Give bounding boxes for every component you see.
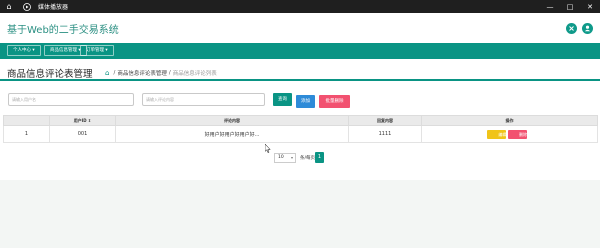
title-divider [0, 79, 600, 81]
window-titlebar: ⌂ 媒体播放器 — □ ✕ [0, 0, 600, 13]
home-icon[interactable]: ⌂ [0, 0, 18, 13]
page-size-value: 10 [278, 155, 284, 160]
minimize-button[interactable]: — [540, 0, 560, 13]
breadcrumb: ⌂ / 商品信息评论表管理 / 商品信息评论列表 [105, 69, 217, 77]
row-index[interactable]: 1 [3, 125, 50, 143]
batch-delete-button[interactable]: 批量删除 [319, 95, 350, 108]
comments-table: 用户ID ⇕ 评论内容 回复内容 操作 1 001 好用户好用户好用户好... … [3, 115, 598, 143]
expand-icon[interactable] [566, 23, 577, 34]
user-icon[interactable] [582, 23, 593, 34]
play-icon[interactable] [18, 0, 36, 13]
window-title: 媒体播放器 [38, 4, 69, 11]
nav-personal-center[interactable]: 个人中心 ▾ [7, 45, 41, 56]
site-header: 基于Web的二手交易系统 [0, 13, 600, 43]
content-search-input[interactable] [142, 93, 265, 106]
cell-actions: 编辑 删除 [421, 125, 598, 143]
add-button[interactable]: 添加 [296, 95, 315, 108]
per-page-label: 条/每页 [300, 156, 316, 161]
close-button[interactable]: ✕ [580, 0, 600, 13]
maximize-button[interactable]: □ [560, 0, 580, 13]
column-header-reply: 回复内容 [348, 115, 422, 126]
breadcrumb-current: 商品信息评论列表 [172, 71, 217, 77]
breadcrumb-separator: / [113, 70, 116, 76]
column-header-user-id[interactable]: 用户ID ⇕ [49, 115, 116, 126]
page-number-current[interactable]: 1 [315, 152, 324, 163]
delete-button[interactable]: 删除 [508, 129, 527, 139]
table-row[interactable]: 1 001 好用户好用户好用户好... 1111 编辑 删除 [3, 125, 598, 143]
column-header-actions: 操作 [421, 115, 598, 126]
breadcrumb-separator: / [168, 70, 171, 76]
page-title: 商品信息评论表管理 [7, 69, 93, 80]
column-header-content: 评论内容 [115, 115, 349, 126]
cell-reply: 1111 [348, 125, 422, 143]
select-all-header[interactable] [3, 115, 50, 126]
page-size-select[interactable]: 10 ▾ [274, 153, 296, 163]
chevron-down-icon: ▾ [290, 155, 293, 160]
cell-content: 好用户好用户好用户好... [115, 125, 349, 143]
main-nav: 个人中心 ▾ 商品信息管理 ▾ 订单管理 ▾ [0, 43, 600, 59]
cell-user-id: 001 [49, 125, 116, 143]
query-button[interactable]: 查询 [273, 93, 292, 106]
nav-order-management[interactable]: 订单管理 ▾ [80, 45, 114, 56]
home-icon[interactable]: ⌂ [105, 69, 109, 77]
edit-button[interactable]: 编辑 [487, 129, 507, 139]
site-title: 基于Web的二手交易系统 [7, 25, 119, 36]
username-search-input[interactable] [8, 93, 134, 106]
mouse-cursor-icon [265, 144, 271, 153]
breadcrumb-parent[interactable]: 商品信息评论表管理 [117, 69, 167, 77]
main-content: 商品信息评论表管理 ⌂ / 商品信息评论表管理 / 商品信息评论列表 查询 添加… [0, 59, 600, 180]
